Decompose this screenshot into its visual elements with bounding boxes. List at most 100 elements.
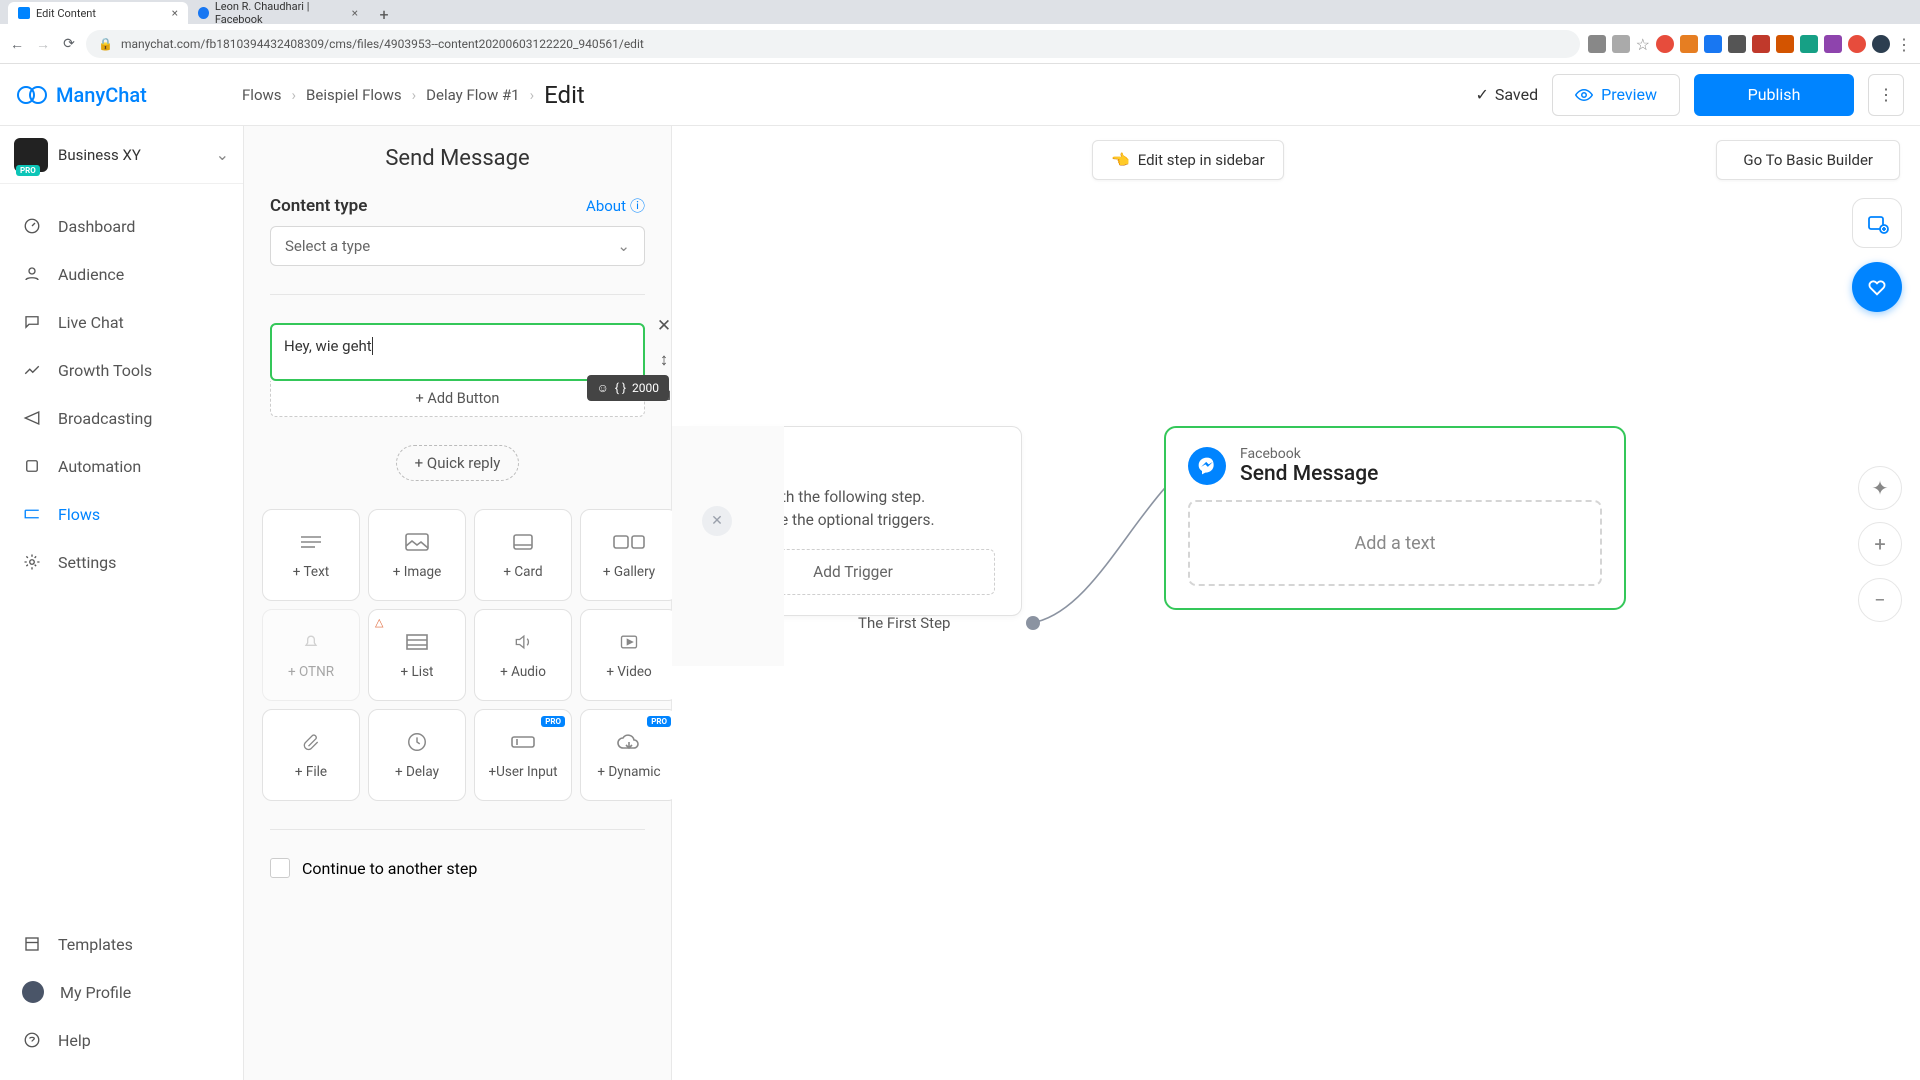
tile-gallery[interactable]: + Gallery — [580, 509, 678, 601]
pro-badge: PRO — [541, 716, 565, 727]
forward-icon[interactable]: → — [34, 35, 52, 53]
tile-user-input[interactable]: PRO+User Input — [474, 709, 572, 801]
nav-flows[interactable]: Flows — [0, 490, 243, 538]
flow-canvas[interactable]: 👈 Edit step in sidebar Go To Basic Build… — [672, 126, 1920, 1080]
back-icon[interactable]: ← — [8, 35, 26, 53]
crumb-item[interactable]: Flows — [242, 86, 282, 104]
chevron-right-icon: › — [412, 86, 417, 104]
nav-label: Help — [58, 1031, 91, 1050]
pro-badge: PRO — [16, 165, 40, 176]
nav-automation[interactable]: Automation — [0, 442, 243, 490]
close-round-icon[interactable]: ✕ — [702, 506, 732, 536]
nav-growth[interactable]: Growth Tools — [0, 346, 243, 394]
nav-broadcasting[interactable]: Broadcasting — [0, 394, 243, 442]
nav-profile[interactable]: My Profile — [0, 968, 243, 1016]
basic-builder-chip[interactable]: Go To Basic Builder — [1716, 140, 1900, 180]
browser-tab-1[interactable]: Leon R. Chaudhari | Facebook × — [188, 2, 368, 24]
tile-otnr: + OTNR — [262, 609, 360, 701]
saved-indicator: ✓ Saved — [1475, 85, 1538, 104]
tile-list[interactable]: △+ List — [368, 609, 466, 701]
continue-row[interactable]: Continue to another step — [244, 858, 671, 878]
checkbox[interactable] — [270, 858, 290, 878]
zoom-controls: ✦ + − — [1858, 466, 1902, 622]
nav-label: Broadcasting — [58, 409, 152, 428]
tile-image[interactable]: + Image — [368, 509, 466, 601]
workspace-switcher[interactable]: PRO Business XY ⌄ — [0, 126, 243, 184]
close-icon[interactable]: × — [352, 6, 358, 20]
message-input[interactable]: Hey, wie geht — [270, 323, 645, 381]
reload-icon[interactable]: ⟳ — [60, 35, 78, 53]
ext-icon[interactable] — [1656, 35, 1674, 53]
ext-icon[interactable] — [1752, 35, 1770, 53]
input-icon — [505, 730, 541, 754]
add-text-slot[interactable]: Add a text — [1188, 500, 1602, 586]
gear-icon — [22, 552, 42, 572]
nav-livechat[interactable]: Live Chat — [0, 298, 243, 346]
menu-icon[interactable]: ⋮ — [1896, 35, 1912, 54]
ext-icon[interactable] — [1728, 35, 1746, 53]
nav-settings[interactable]: Settings — [0, 538, 243, 586]
crumb-item[interactable]: Beispiel Flows — [306, 86, 402, 104]
about-link[interactable]: Aboutⓘ — [586, 195, 645, 216]
avatar-icon[interactable] — [1872, 35, 1890, 53]
brand-name: ManyChat — [56, 83, 147, 107]
panel-title: Send Message — [244, 146, 671, 171]
clock-icon — [399, 730, 435, 754]
edit-sidebar-chip[interactable]: 👈 Edit step in sidebar — [1092, 140, 1284, 180]
gallery-icon — [611, 530, 647, 554]
emoji-icon[interactable]: ☺ — [597, 381, 609, 395]
info-icon: ⓘ — [630, 195, 645, 216]
app-header: ManyChat Flows› Beispiel Flows› Delay Fl… — [0, 64, 1920, 126]
nav-templates[interactable]: Templates — [0, 920, 243, 968]
new-tab-button[interactable]: + — [374, 4, 394, 24]
preview-button[interactable]: Preview — [1552, 74, 1680, 116]
address-bar[interactable]: 🔒 manychat.com/fb181039443240830​9/cms/f… — [86, 30, 1580, 58]
more-button[interactable]: ⋮ — [1868, 74, 1904, 116]
ext-icon[interactable] — [1800, 35, 1818, 53]
ext-icon[interactable] — [1824, 35, 1842, 53]
tile-card[interactable]: + Card — [474, 509, 572, 601]
ext-icon[interactable] — [1848, 35, 1866, 53]
crumb-item[interactable]: Delay Flow #1 — [426, 86, 519, 104]
fit-button[interactable]: ✦ — [1858, 466, 1902, 510]
nav-audience[interactable]: Audience — [0, 250, 243, 298]
ext-icon[interactable] — [1704, 35, 1722, 53]
output-port[interactable] — [1026, 616, 1040, 630]
ext-icon[interactable] — [1588, 35, 1606, 53]
text-icon — [293, 530, 329, 554]
publish-button[interactable]: Publish — [1694, 74, 1854, 116]
brand-logo[interactable]: ManyChat — [16, 79, 242, 111]
content-type-select[interactable]: Select a type ⌄ — [270, 226, 645, 266]
ext-icon[interactable] — [1680, 35, 1698, 53]
publish-label: Publish — [1748, 85, 1801, 104]
ext-icon[interactable] — [1776, 35, 1794, 53]
star-icon[interactable]: ☆ — [1636, 35, 1650, 54]
ext-icon[interactable] — [1612, 35, 1630, 53]
tile-delay[interactable]: + Delay — [368, 709, 466, 801]
close-icon[interactable]: × — [172, 6, 178, 20]
tile-video[interactable]: + Video — [580, 609, 678, 701]
content-type-label: Content type — [270, 196, 367, 216]
lock-icon: 🔒 — [98, 37, 113, 51]
tile-file[interactable]: + File — [262, 709, 360, 801]
browser-tab-0[interactable]: Edit Content × — [8, 2, 188, 24]
panel-overlap — [672, 426, 784, 666]
zoom-in-button[interactable]: + — [1858, 522, 1902, 566]
char-counter: ☺ { } 2000 — [587, 375, 669, 401]
select-placeholder: Select a type — [285, 237, 370, 255]
add-quick-reply[interactable]: + Quick reply — [396, 445, 520, 481]
tile-audio[interactable]: + Audio — [474, 609, 572, 701]
bottom-nav: Templates My Profile Help — [0, 902, 243, 1080]
nav-dashboard[interactable]: Dashboard — [0, 202, 243, 250]
tile-dynamic[interactable]: PRO+ Dynamic — [580, 709, 678, 801]
add-step-fab[interactable] — [1852, 198, 1902, 248]
send-message-node[interactable]: Facebook Send Message Add a text — [1164, 426, 1626, 610]
zoom-out-button[interactable]: − — [1858, 578, 1902, 622]
tile-text[interactable]: + Text — [262, 509, 360, 601]
variable-icon[interactable]: { } — [615, 381, 626, 395]
nav-help[interactable]: Help — [0, 1016, 243, 1064]
browser-chrome: Edit Content × Leon R. Chaudhari | Faceb… — [0, 0, 1920, 64]
file-icon — [293, 730, 329, 754]
heart-fab[interactable] — [1852, 262, 1902, 312]
extensions: ☆ ⋮ — [1588, 35, 1912, 54]
